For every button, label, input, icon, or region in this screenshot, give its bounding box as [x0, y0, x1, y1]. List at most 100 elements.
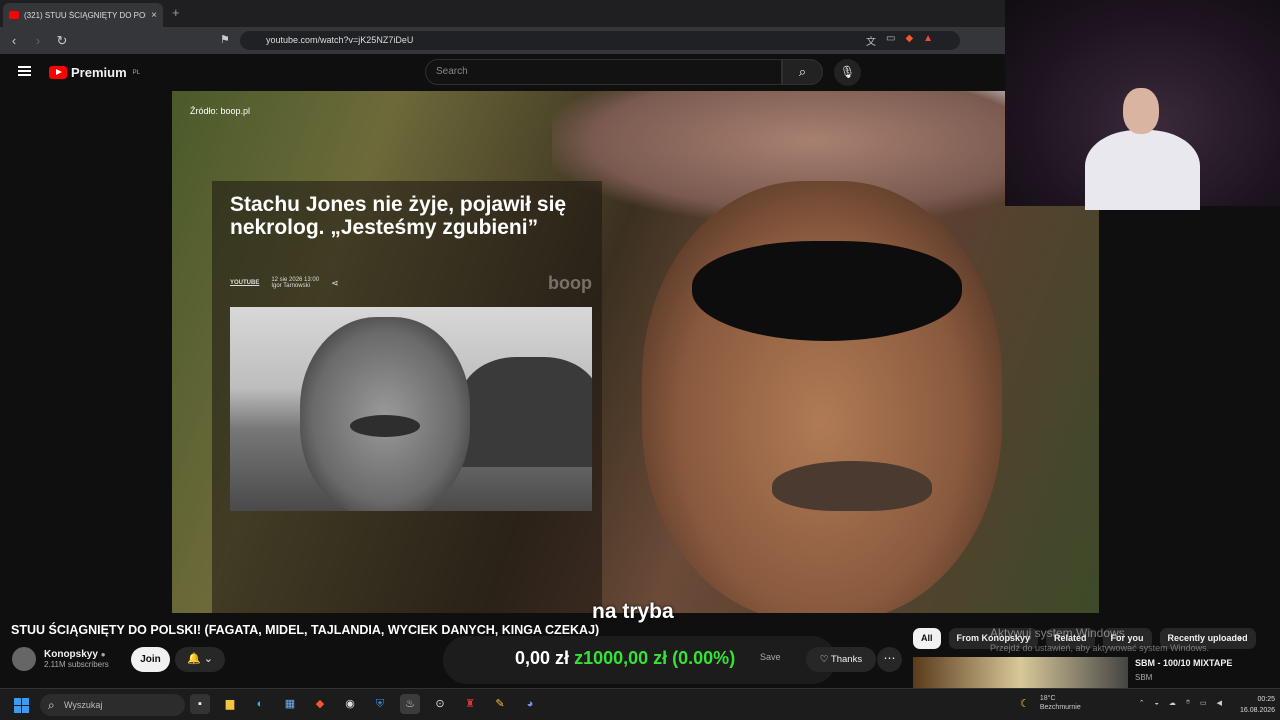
donation-percent: (0.00%): [672, 648, 736, 668]
article-meta: YOUTUBE 12 sie 2026 13:00 Igor Tarnowski…: [230, 277, 339, 289]
menu-icon[interactable]: [18, 66, 31, 76]
tab-title: (321) STUU ŚCIĄGNIĘTY DO POL: [24, 10, 147, 20]
photo-face: [300, 317, 470, 511]
browser-tab[interactable]: (321) STUU ŚCIĄGNIĘTY DO POL ×: [3, 3, 163, 27]
recommended-video[interactable]: [913, 657, 1128, 689]
recommended-thumbnail[interactable]: [913, 657, 1128, 689]
weather-moon-icon: ☾: [1020, 697, 1030, 710]
donation-current: 0,00 zł: [515, 648, 570, 668]
youtube-play-icon: [49, 66, 67, 79]
donation-text: 0,00 zł z1000,00 zł (0.00%): [515, 648, 735, 669]
thanks-icon: ♡: [819, 654, 829, 665]
calculator-icon[interactable]: ▦: [280, 694, 300, 714]
verified-icon: ●: [100, 650, 106, 659]
video-source-label: Źródło: boop.pl: [190, 106, 251, 116]
video-player[interactable]: Źródło: boop.pl Stachu Jones nie żyje, p…: [172, 91, 1099, 613]
video-moustache: [772, 461, 932, 511]
brave-icon[interactable]: ◆: [310, 694, 330, 714]
volume-icon[interactable]: ◀: [1217, 699, 1222, 707]
app-icon[interactable]: ⊙: [430, 694, 450, 714]
bookmark-icon[interactable]: ⚑: [220, 33, 230, 46]
chevron-down-icon: ⌄: [203, 653, 213, 665]
brave-shield-icon[interactable]: ◆: [905, 33, 913, 48]
channel-name[interactable]: Konopskyy ●: [44, 649, 109, 660]
tab-close-icon[interactable]: ×: [151, 10, 157, 21]
thanks-label: Thanks: [830, 654, 863, 665]
webcam-overlay: [1005, 0, 1280, 210]
article-category: YOUTUBE: [230, 280, 260, 286]
donation-goal: z1000,00 zł: [574, 648, 668, 668]
streamer-torso: [1085, 130, 1200, 210]
mic-tray-icon[interactable]: ⌾: [1186, 699, 1190, 707]
windows-activation-title: Aktywuj system Windows: [990, 626, 1125, 640]
windows-start-icon[interactable]: [14, 698, 29, 713]
more-actions-button[interactable]: ⋯: [877, 647, 902, 672]
join-button[interactable]: Join: [131, 647, 170, 672]
streamer-head: [1123, 88, 1159, 134]
donation-goal-value: 1000,00 zł: [583, 648, 668, 668]
brave-rewards-icon[interactable]: ▲: [923, 33, 933, 48]
article-photo: [230, 307, 592, 511]
task-view-icon[interactable]: ▪: [190, 694, 210, 714]
system-tray: ☾ 18°C Bezchmurnie ⌃ ◒ ☁ ⌾ ▭ ◀: [1020, 694, 1222, 712]
notification-bell-button[interactable]: 🔔 ⌄: [175, 647, 225, 672]
bell-icon: 🔔: [187, 653, 201, 665]
weather[interactable]: 18°C Bezchmurnie: [1040, 694, 1081, 712]
youtube-favicon-icon: [9, 11, 19, 19]
translate-icon[interactable]: 文: [866, 33, 876, 48]
subscriber-count: 2.11M subscribers: [44, 660, 109, 669]
streamer: [1075, 80, 1205, 210]
windows-activation-text: Przejdź do ustawień, aby aktywować syste…: [990, 643, 1210, 653]
channel-info: Konopskyy ● 2.11M subscribers: [12, 647, 109, 671]
article-author: Igor Tarnowski: [271, 283, 310, 289]
taskbar-search[interactable]: Wyszukaj: [40, 694, 185, 716]
tool-icon[interactable]: ✎: [490, 694, 510, 714]
chip-all[interactable]: All: [913, 628, 941, 649]
tray-chevron-icon[interactable]: ⌃: [1139, 699, 1145, 707]
taskbar-apps: ▪ ▆ ◐ ▦ ◆ ◉ ⛨ ♨ ⊙ ♜ ✎ ◕: [190, 694, 540, 714]
article-byline: 12 sie 2026 13:00 Igor Tarnowski: [271, 277, 319, 289]
youtube-premium-logo[interactable]: Premium PL: [49, 65, 140, 80]
clock[interactable]: 00:25 16.08.2026: [1240, 694, 1275, 716]
back-icon[interactable]: ‹: [4, 33, 24, 48]
thanks-button[interactable]: ♡ Thanks: [806, 647, 876, 672]
file-explorer-icon[interactable]: ▆: [220, 694, 240, 714]
logo-region: PL: [132, 69, 140, 76]
obs-icon[interactable]: ◉: [340, 694, 360, 714]
share-icon: ⋖: [331, 277, 339, 288]
onedrive-icon[interactable]: ☁: [1169, 699, 1176, 707]
recommended-channel[interactable]: SBM: [1135, 673, 1152, 682]
channel-name-text: Konopskyy: [44, 649, 98, 660]
search-input[interactable]: Search: [425, 59, 782, 85]
windows-taskbar: Wyszukaj ▪ ▆ ◐ ▦ ◆ ◉ ⛨ ♨ ⊙ ♜ ✎ ◕ ☾ 18°C …: [0, 688, 1280, 720]
weather-condition: Bezchmurnie: [1039, 704, 1081, 711]
extension-icons: 文 ▭ ◆ ▲: [866, 33, 933, 48]
article-headline: Stachu Jones nie żyje, pojawił się nekro…: [230, 193, 567, 239]
boop-watermark: boop: [548, 273, 592, 293]
recommended-title[interactable]: SBM - 100/10 MIXTAPE: [1135, 658, 1232, 668]
game-icon[interactable]: ♜: [460, 694, 480, 714]
cast-icon[interactable]: ▭: [886, 33, 895, 48]
clock-time: 00:25: [1257, 696, 1276, 703]
shield-icon[interactable]: ⛨: [370, 694, 390, 714]
video-sunglasses: [692, 241, 962, 341]
forward-icon[interactable]: ›: [28, 33, 48, 48]
save-button[interactable]: Save: [760, 652, 781, 662]
temperature: 18°C: [1039, 695, 1056, 702]
url-field[interactable]: youtube.com/watch?v=jK25NZ7iDeU: [240, 31, 960, 50]
discord-icon[interactable]: ◕: [520, 694, 540, 714]
new-tab-button[interactable]: +: [172, 5, 180, 20]
steam-icon[interactable]: ♨: [400, 694, 420, 714]
photo-moustache: [350, 415, 420, 437]
display-icon[interactable]: ▭: [1200, 699, 1207, 707]
chevron-right-icon[interactable]: ›: [1238, 630, 1242, 645]
reload-icon[interactable]: ↻: [52, 33, 72, 49]
edge-icon[interactable]: ◐: [250, 694, 270, 714]
network-icon[interactable]: ◒: [1155, 700, 1159, 707]
microphone-icon[interactable]: 🎙: [834, 59, 861, 86]
photo-trees: [460, 357, 592, 467]
video-title: STUU ŚCIĄGNIĘTY DO POLSKI! (FAGATA, MIDE…: [11, 623, 600, 637]
search-icon[interactable]: ⌕: [782, 59, 823, 85]
live-subtitle: na tryba: [592, 600, 674, 623]
channel-avatar[interactable]: [12, 647, 36, 671]
